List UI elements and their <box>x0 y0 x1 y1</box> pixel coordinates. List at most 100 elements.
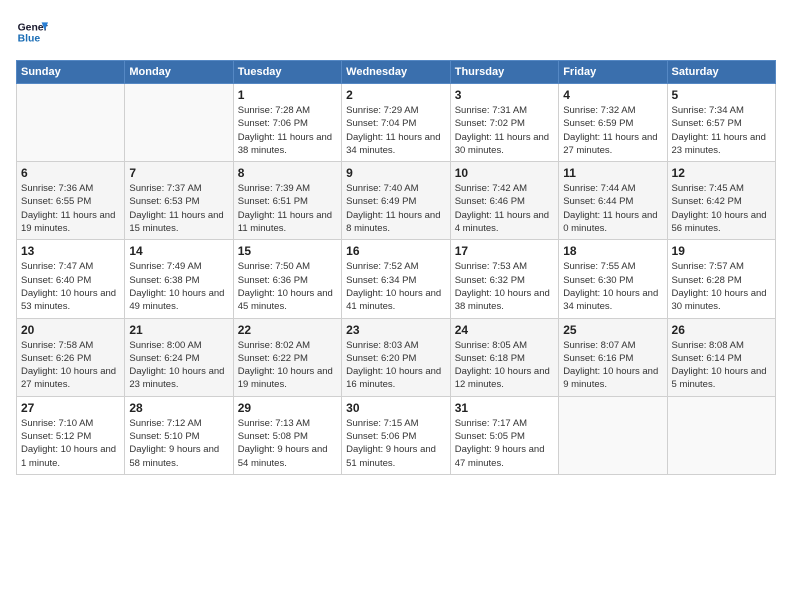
calendar-cell <box>17 84 125 162</box>
calendar-cell: 19 Sunrise: 7:57 AM Sunset: 6:28 PM Dayli… <box>667 240 775 318</box>
day-info: Sunrise: 7:44 AM Sunset: 6:44 PM Dayligh… <box>563 182 662 235</box>
calendar-cell: 5 Sunrise: 7:34 AM Sunset: 6:57 PM Daylig… <box>667 84 775 162</box>
day-number: 4 <box>563 88 662 102</box>
day-number: 18 <box>563 244 662 258</box>
calendar-cell: 8 Sunrise: 7:39 AM Sunset: 6:51 PM Daylig… <box>233 162 341 240</box>
day-info: Sunrise: 7:55 AM Sunset: 6:30 PM Dayligh… <box>563 260 662 313</box>
day-info: Sunrise: 8:00 AM Sunset: 6:24 PM Dayligh… <box>129 339 228 392</box>
weekday-header: Tuesday <box>233 61 341 84</box>
calendar-cell: 20Sunrise: 7:58 AM Sunset: 6:26 PM Dayli… <box>17 318 125 396</box>
logo-icon: General Blue <box>16 16 48 48</box>
calendar-cell: 15Sunrise: 7:50 AM Sunset: 6:36 PM Dayli… <box>233 240 341 318</box>
day-number: 22 <box>238 323 337 337</box>
calendar-cell <box>559 396 667 474</box>
calendar-cell: 6 Sunrise: 7:36 AM Sunset: 6:55 PM Daylig… <box>17 162 125 240</box>
calendar-cell: 4 Sunrise: 7:32 AM Sunset: 6:59 PM Daylig… <box>559 84 667 162</box>
calendar-header-row: SundayMondayTuesdayWednesdayThursdayFrid… <box>17 61 776 84</box>
calendar-cell: 30Sunrise: 7:15 AM Sunset: 5:06 PM Dayli… <box>342 396 451 474</box>
day-info: Sunrise: 7:53 AM Sunset: 6:32 PM Dayligh… <box>455 260 554 313</box>
day-number: 12 <box>672 166 771 180</box>
day-number: 28 <box>129 401 228 415</box>
day-info: Sunrise: 7:50 AM Sunset: 6:36 PM Dayligh… <box>238 260 337 313</box>
calendar-cell: 1 Sunrise: 7:28 AM Sunset: 7:06 PM Daylig… <box>233 84 341 162</box>
day-info: Sunrise: 7:58 AM Sunset: 6:26 PM Dayligh… <box>21 339 120 392</box>
calendar-cell <box>125 84 233 162</box>
day-info: Sunrise: 8:07 AM Sunset: 6:16 PM Dayligh… <box>563 339 662 392</box>
day-number: 30 <box>346 401 446 415</box>
weekday-header: Saturday <box>667 61 775 84</box>
calendar-body: 1 Sunrise: 7:28 AM Sunset: 7:06 PM Daylig… <box>17 84 776 475</box>
calendar-cell: 17 Sunrise: 7:53 AM Sunset: 6:32 PM Dayli… <box>450 240 558 318</box>
calendar-cell: 13Sunrise: 7:47 AM Sunset: 6:40 PM Dayli… <box>17 240 125 318</box>
day-number: 16 <box>346 244 446 258</box>
day-number: 3 <box>455 88 554 102</box>
day-info: Sunrise: 7:39 AM Sunset: 6:51 PM Dayligh… <box>238 182 337 235</box>
day-info: Sunrise: 7:17 AM Sunset: 5:05 PM Dayligh… <box>455 417 554 470</box>
day-info: Sunrise: 7:10 AM Sunset: 5:12 PM Dayligh… <box>21 417 120 470</box>
day-number: 5 <box>672 88 771 102</box>
calendar-cell: 27 Sunrise: 7:10 AM Sunset: 5:12 PM Dayli… <box>17 396 125 474</box>
day-info: Sunrise: 8:05 AM Sunset: 6:18 PM Dayligh… <box>455 339 554 392</box>
calendar-cell: 2 Sunrise: 7:29 AM Sunset: 7:04 PM Daylig… <box>342 84 451 162</box>
day-info: Sunrise: 7:57 AM Sunset: 6:28 PM Dayligh… <box>672 260 771 313</box>
calendar-cell: 22Sunrise: 8:02 AM Sunset: 6:22 PM Dayli… <box>233 318 341 396</box>
weekday-header: Sunday <box>17 61 125 84</box>
day-number: 31 <box>455 401 554 415</box>
calendar-week-row: 6 Sunrise: 7:36 AM Sunset: 6:55 PM Daylig… <box>17 162 776 240</box>
calendar-week-row: 1 Sunrise: 7:28 AM Sunset: 7:06 PM Daylig… <box>17 84 776 162</box>
day-number: 7 <box>129 166 228 180</box>
page-header: General Blue <box>16 16 776 48</box>
day-info: Sunrise: 7:32 AM Sunset: 6:59 PM Dayligh… <box>563 104 662 157</box>
calendar-cell: 18 Sunrise: 7:55 AM Sunset: 6:30 PM Dayli… <box>559 240 667 318</box>
weekday-header: Monday <box>125 61 233 84</box>
day-info: Sunrise: 7:42 AM Sunset: 6:46 PM Dayligh… <box>455 182 554 235</box>
day-info: Sunrise: 7:34 AM Sunset: 6:57 PM Dayligh… <box>672 104 771 157</box>
calendar-cell: 9Sunrise: 7:40 AM Sunset: 6:49 PM Daylig… <box>342 162 451 240</box>
calendar-cell: 24 Sunrise: 8:05 AM Sunset: 6:18 PM Dayli… <box>450 318 558 396</box>
svg-text:Blue: Blue <box>18 34 41 45</box>
day-number: 27 <box>21 401 120 415</box>
day-info: Sunrise: 7:45 AM Sunset: 6:42 PM Dayligh… <box>672 182 771 235</box>
calendar-cell: 21Sunrise: 8:00 AM Sunset: 6:24 PM Dayli… <box>125 318 233 396</box>
day-number: 2 <box>346 88 446 102</box>
calendar-cell: 29 Sunrise: 7:13 AM Sunset: 5:08 PM Dayli… <box>233 396 341 474</box>
day-info: Sunrise: 7:12 AM Sunset: 5:10 PM Dayligh… <box>129 417 228 470</box>
day-number: 14 <box>129 244 228 258</box>
day-number: 1 <box>238 88 337 102</box>
calendar-week-row: 20Sunrise: 7:58 AM Sunset: 6:26 PM Dayli… <box>17 318 776 396</box>
day-number: 8 <box>238 166 337 180</box>
day-number: 11 <box>563 166 662 180</box>
day-info: Sunrise: 7:37 AM Sunset: 6:53 PM Dayligh… <box>129 182 228 235</box>
calendar-cell: 31 Sunrise: 7:17 AM Sunset: 5:05 PM Dayli… <box>450 396 558 474</box>
day-info: Sunrise: 7:49 AM Sunset: 6:38 PM Dayligh… <box>129 260 228 313</box>
day-number: 6 <box>21 166 120 180</box>
day-info: Sunrise: 7:28 AM Sunset: 7:06 PM Dayligh… <box>238 104 337 157</box>
logo: General Blue <box>16 16 48 48</box>
day-info: Sunrise: 7:36 AM Sunset: 6:55 PM Dayligh… <box>21 182 120 235</box>
day-number: 29 <box>238 401 337 415</box>
calendar-cell: 28 Sunrise: 7:12 AM Sunset: 5:10 PM Dayli… <box>125 396 233 474</box>
calendar-cell: 14 Sunrise: 7:49 AM Sunset: 6:38 PM Dayli… <box>125 240 233 318</box>
day-info: Sunrise: 8:03 AM Sunset: 6:20 PM Dayligh… <box>346 339 446 392</box>
calendar-cell: 3Sunrise: 7:31 AM Sunset: 7:02 PM Daylig… <box>450 84 558 162</box>
day-number: 17 <box>455 244 554 258</box>
day-number: 23 <box>346 323 446 337</box>
day-info: Sunrise: 7:13 AM Sunset: 5:08 PM Dayligh… <box>238 417 337 470</box>
calendar-cell: 26 Sunrise: 8:08 AM Sunset: 6:14 PM Dayli… <box>667 318 775 396</box>
day-info: Sunrise: 8:08 AM Sunset: 6:14 PM Dayligh… <box>672 339 771 392</box>
weekday-header: Friday <box>559 61 667 84</box>
day-info: Sunrise: 7:40 AM Sunset: 6:49 PM Dayligh… <box>346 182 446 235</box>
calendar-week-row: 27 Sunrise: 7:10 AM Sunset: 5:12 PM Dayli… <box>17 396 776 474</box>
day-number: 24 <box>455 323 554 337</box>
calendar-table: SundayMondayTuesdayWednesdayThursdayFrid… <box>16 60 776 475</box>
day-number: 13 <box>21 244 120 258</box>
calendar-cell: 25Sunrise: 8:07 AM Sunset: 6:16 PM Dayli… <box>559 318 667 396</box>
calendar-cell: 12 Sunrise: 7:45 AM Sunset: 6:42 PM Dayli… <box>667 162 775 240</box>
day-number: 26 <box>672 323 771 337</box>
day-info: Sunrise: 7:52 AM Sunset: 6:34 PM Dayligh… <box>346 260 446 313</box>
day-number: 19 <box>672 244 771 258</box>
day-info: Sunrise: 7:29 AM Sunset: 7:04 PM Dayligh… <box>346 104 446 157</box>
calendar-cell: 10Sunrise: 7:42 AM Sunset: 6:46 PM Dayli… <box>450 162 558 240</box>
calendar-cell <box>667 396 775 474</box>
calendar-cell: 7 Sunrise: 7:37 AM Sunset: 6:53 PM Daylig… <box>125 162 233 240</box>
